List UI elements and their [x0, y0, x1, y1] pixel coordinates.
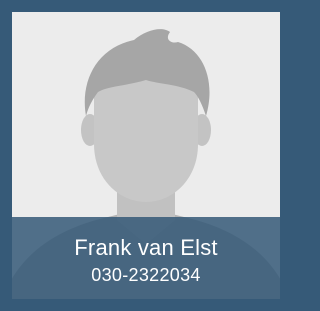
contact-phone[interactable]: 030-2322034 [12, 264, 280, 286]
contact-card-frame: Frank van Elst 030-2322034 [0, 0, 292, 311]
contact-caption: Frank van Elst 030-2322034 [12, 217, 280, 299]
contact-card[interactable]: Frank van Elst 030-2322034 [12, 12, 280, 299]
contact-name: Frank van Elst [74, 235, 218, 260]
